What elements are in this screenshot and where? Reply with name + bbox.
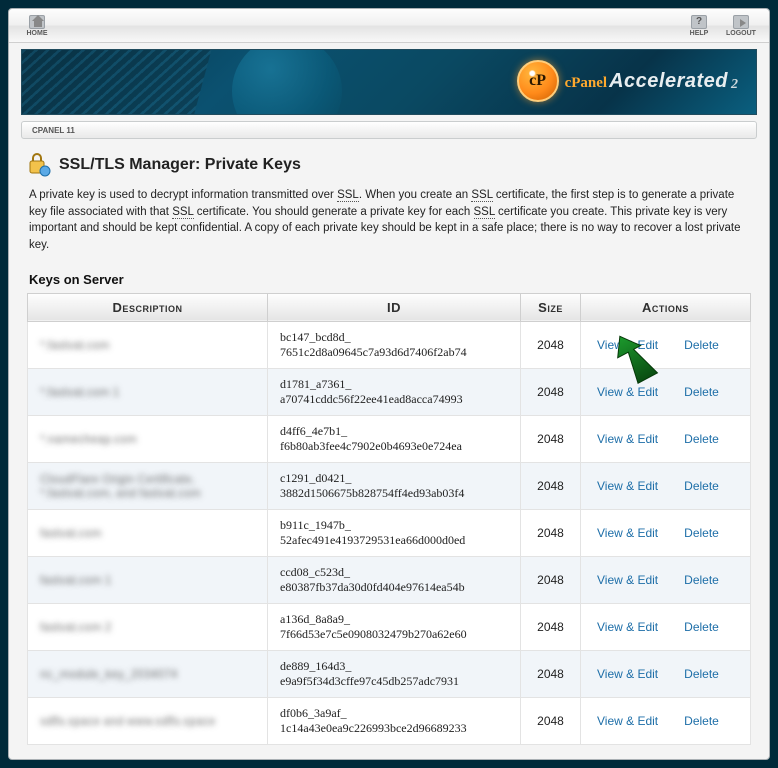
page-description: A private key is used to decrypt informa… — [29, 187, 749, 254]
key-description: sdfls.space and www.sdfls.space — [40, 714, 215, 728]
delete-link[interactable]: Delete — [684, 714, 719, 728]
key-id: bc147_bcd8d_7651c2d8a09645c7a93d6d7406f2… — [268, 321, 521, 368]
col-header-description: Description — [28, 293, 268, 321]
table-row: *.fastvat.com bc147_bcd8d_7651c2d8a09645c… — [28, 321, 751, 368]
view-edit-link[interactable]: View & Edit — [597, 620, 658, 634]
key-description: *.fastvat.com — [40, 338, 109, 352]
table-row: fastvat.com 1 ccd08_c523d_e80387fb37da30d… — [28, 556, 751, 603]
home-button[interactable]: HOME — [19, 12, 55, 40]
delete-link[interactable]: Delete — [684, 526, 719, 540]
key-id: d4ff6_4e7b1_f6b80ab3fee4c7902e0b4693e0e7… — [268, 415, 521, 462]
key-id: b911c_1947b_52afec491e4193729531ea66d000… — [268, 509, 521, 556]
key-id: de889_164d3_e9a9f5f34d3cffe97c45db257adc… — [268, 650, 521, 697]
col-header-size: Size — [521, 293, 581, 321]
key-description: fastvat.com — [40, 526, 101, 540]
help-label: HELP — [690, 30, 709, 37]
key-description: *.namecheap.com — [40, 432, 137, 446]
view-edit-link[interactable]: View & Edit — [597, 526, 658, 540]
table-row: fastvat.com 2 a136d_8a8a9_7f66d53e7c5e090… — [28, 603, 751, 650]
key-description: fastvat.com 2 — [40, 620, 111, 634]
key-description: CloudFlare Origin Certificate, *.fastvat… — [40, 472, 201, 500]
key-size: 2048 — [521, 509, 581, 556]
delete-link[interactable]: Delete — [684, 479, 719, 493]
delete-link[interactable]: Delete — [684, 385, 719, 399]
breadcrumb-item[interactable]: CPANEL 11 — [32, 126, 75, 135]
breadcrumb: CPANEL 11 — [21, 121, 757, 139]
home-icon — [29, 15, 45, 29]
top-toolbar: HOME HELP LOGOUT — [9, 9, 769, 43]
section-title: Keys on Server — [29, 272, 751, 287]
view-edit-link[interactable]: View & Edit — [597, 667, 658, 681]
view-edit-link[interactable]: View & Edit — [597, 479, 658, 493]
key-size: 2048 — [521, 650, 581, 697]
key-description: *.fastvat.com 1 — [40, 385, 119, 399]
delete-link[interactable]: Delete — [684, 338, 719, 352]
key-id: d1781_a7361_a70741cddc56f22ee41ead8acca7… — [268, 368, 521, 415]
ssl-manager-icon — [27, 153, 51, 177]
col-header-id: ID — [268, 293, 521, 321]
key-size: 2048 — [521, 368, 581, 415]
brand-cpanel: cPanel — [565, 75, 608, 92]
logout-button[interactable]: LOGOUT — [723, 12, 759, 40]
col-header-actions: Actions — [581, 293, 751, 321]
help-button[interactable]: HELP — [681, 12, 717, 40]
view-edit-link[interactable]: View & Edit — [597, 385, 658, 399]
table-row: *.namecheap.com d4ff6_4e7b1_f6b80ab3fee4c… — [28, 415, 751, 462]
key-size: 2048 — [521, 321, 581, 368]
table-row: fastvat.com b911c_1947b_52afec491e4193729… — [28, 509, 751, 556]
table-row: *.fastvat.com 1 d1781_a7361_a70741cddc56f… — [28, 368, 751, 415]
brand-banner: cP cPanel Accelerated 2 — [21, 49, 757, 115]
view-edit-link[interactable]: View & Edit — [597, 714, 658, 728]
table-row: nc_module_key_2034074 de889_164d3_e9a9f5f… — [28, 650, 751, 697]
key-id: a136d_8a8a9_7f66d53e7c5e0908032479b270a6… — [268, 603, 521, 650]
key-description: fastvat.com 1 — [40, 573, 111, 587]
brand-sub: 2 — [731, 77, 738, 93]
table-row: sdfls.space and www.sdfls.space df0b6_3a9… — [28, 697, 751, 744]
delete-link[interactable]: Delete — [684, 432, 719, 446]
key-size: 2048 — [521, 462, 581, 509]
delete-link[interactable]: Delete — [684, 667, 719, 681]
view-edit-link[interactable]: View & Edit — [597, 338, 658, 352]
view-edit-link[interactable]: View & Edit — [597, 573, 658, 587]
table-row: CloudFlare Origin Certificate, *.fastvat… — [28, 462, 751, 509]
logout-icon — [733, 15, 749, 29]
key-size: 2048 — [521, 556, 581, 603]
cpanel-logo-icon: cP — [517, 60, 559, 102]
key-description: nc_module_key_2034074 — [40, 667, 177, 681]
view-edit-link[interactable]: View & Edit — [597, 432, 658, 446]
page-title: SSL/TLS Manager: Private Keys — [59, 156, 301, 174]
key-id: ccd08_c523d_e80387fb37da30d0fd404e97614e… — [268, 556, 521, 603]
key-size: 2048 — [521, 603, 581, 650]
key-id: c1291_d0421_3882d1506675b828754ff4ed93ab… — [268, 462, 521, 509]
home-label: HOME — [27, 30, 48, 37]
help-icon — [691, 15, 707, 29]
key-size: 2048 — [521, 697, 581, 744]
brand-accelerated: Accelerated — [609, 70, 728, 93]
delete-link[interactable]: Delete — [684, 573, 719, 587]
key-size: 2048 — [521, 415, 581, 462]
key-id: df0b6_3a9af_1c14a43e0ea9c226993bce2d9668… — [268, 697, 521, 744]
keys-table: Description ID Size Actions *.fastvat.co… — [27, 293, 751, 745]
logout-label: LOGOUT — [726, 30, 756, 37]
delete-link[interactable]: Delete — [684, 620, 719, 634]
